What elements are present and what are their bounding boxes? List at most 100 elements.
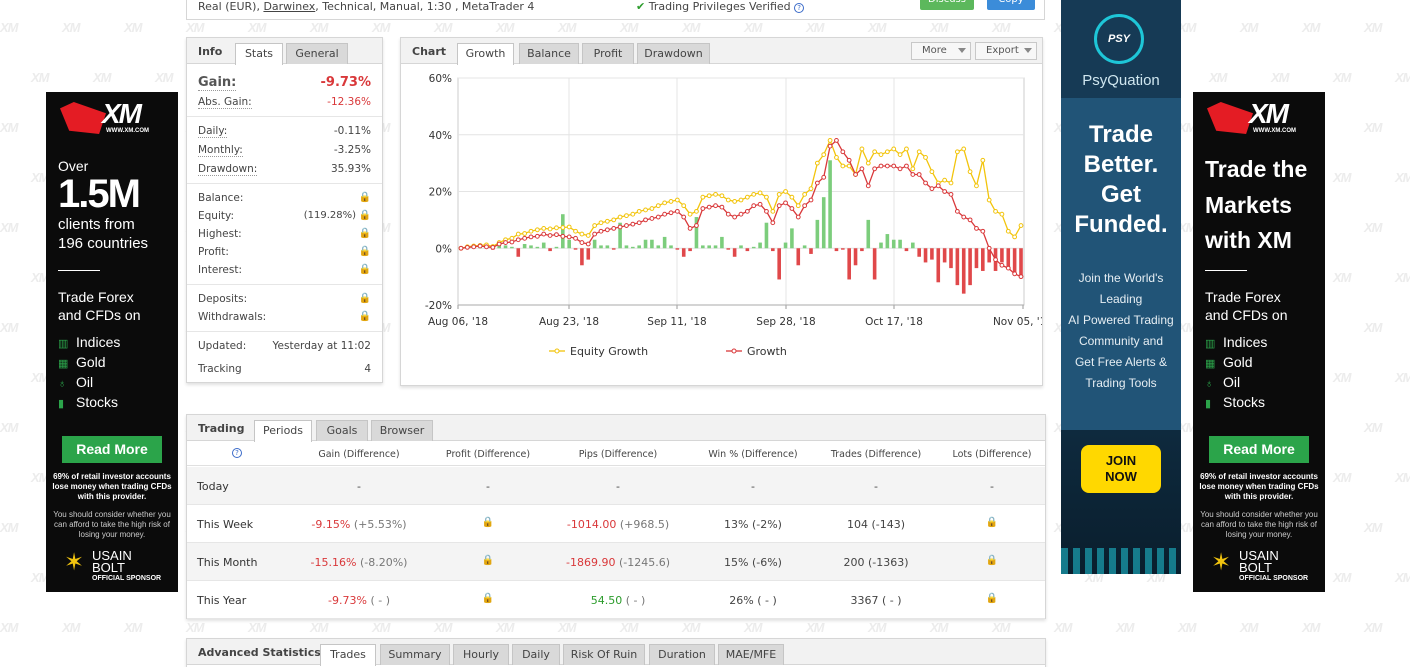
growth-point <box>464 244 470 250</box>
read-more-button[interactable]: Read More <box>62 436 162 463</box>
tab-risk-of-ruin[interactable]: Risk Of Ruin <box>563 644 645 665</box>
growth-point <box>954 208 960 214</box>
profit-bar <box>821 197 826 249</box>
tab-balance[interactable]: Balance <box>519 43 579 64</box>
tab-stats[interactable]: Stats <box>235 43 283 65</box>
oil-drop-icon: ♁ <box>1205 378 1214 390</box>
growth-point <box>916 172 922 177</box>
growth-point <box>534 233 540 239</box>
export-dropdown[interactable]: Export <box>975 42 1037 60</box>
y-tick-label: 20% <box>429 187 452 199</box>
divider <box>187 331 382 332</box>
advanced-statistics-panel: Advanced Statistics Trades Summary Hourl… <box>186 638 1046 667</box>
tab-periods[interactable]: Periods <box>254 420 312 442</box>
help-icon[interactable]: ? <box>232 448 242 458</box>
equity-growth-point <box>954 149 960 155</box>
watermark-logo: XM <box>992 20 1010 35</box>
lock-icon: 🔒 <box>481 555 495 566</box>
col-gain: Gain (Difference) <box>318 449 400 460</box>
drawdown-label: Drawdown: <box>198 163 258 176</box>
more-dropdown[interactable]: More <box>911 42 971 60</box>
divider <box>58 270 100 271</box>
psy-brand: PsyQuation <box>1082 72 1160 89</box>
tab-duration[interactable]: Duration <box>649 644 715 665</box>
profit-bar <box>656 245 661 249</box>
discuss-button[interactable]: Discuss <box>920 0 974 10</box>
watermark-logo: XM <box>124 20 142 35</box>
watermark-logo: XM <box>1116 620 1134 635</box>
cell-profit: - <box>486 480 490 493</box>
profit-bar <box>643 239 648 249</box>
tab-hourly[interactable]: Hourly <box>453 644 509 665</box>
psyquation-ad[interactable]: PSY PsyQuation Trade Better. Get Funded.… <box>1061 0 1181 574</box>
xm-ad-left[interactable]: XM WWW.XM.COM Over 1.5M clients from 196… <box>46 92 178 592</box>
watermark-logo: XM <box>620 20 638 35</box>
tab-daily[interactable]: Daily <box>512 644 560 665</box>
equity-growth-point <box>1005 228 1011 234</box>
tab-growth[interactable]: Growth <box>457 43 514 65</box>
profit-bar <box>510 246 514 249</box>
growth-point <box>732 214 738 220</box>
lock-icon: 🔒 <box>985 517 999 528</box>
cell-gain: - <box>357 480 361 493</box>
watermark-logo: XM <box>1333 270 1351 285</box>
help-icon[interactable]: ? <box>794 3 805 13</box>
tab-browser[interactable]: Browser <box>371 420 433 441</box>
col-win: Win % (Difference) <box>708 449 798 460</box>
watermark-logo: XM <box>0 120 18 135</box>
profit-bar <box>802 245 807 249</box>
growth-point <box>961 214 967 220</box>
cell-win: 26% ( - ) <box>729 594 777 607</box>
profit-bar <box>911 242 915 249</box>
gold-bars-icon: ▦ <box>1205 358 1216 370</box>
equity-growth-point <box>522 231 528 236</box>
tab-drawdown[interactable]: Drawdown <box>637 43 710 64</box>
watermark-logo: XM <box>1271 70 1289 85</box>
growth-point <box>872 166 878 172</box>
broker-link[interactable]: Darwinex <box>263 0 315 13</box>
profit-bar <box>541 242 546 249</box>
join-now-button[interactable]: JOIN NOW <box>1081 445 1161 493</box>
y-tick-label: -20% <box>425 300 452 312</box>
growth-point <box>846 157 852 163</box>
equity-growth-point <box>897 152 903 158</box>
growth-point <box>687 225 693 231</box>
copy-button[interactable]: Copy <box>987 0 1035 10</box>
equity-growth-point <box>770 208 776 214</box>
watermark-logo: XM <box>1364 520 1382 535</box>
chevron-down-icon <box>1024 48 1032 53</box>
profit-label: Profit: <box>198 246 229 258</box>
growth-point <box>592 231 598 237</box>
equity-growth-point <box>884 149 890 155</box>
tab-general[interactable]: General <box>286 43 348 64</box>
equity-growth-point <box>840 163 846 169</box>
list-item: ♁ Oil <box>58 374 94 390</box>
profit-bar <box>815 219 820 249</box>
growth-point <box>643 217 648 223</box>
trading-title: Trading <box>198 422 245 435</box>
growth-point <box>674 208 680 214</box>
growth-point <box>993 257 998 263</box>
watermark-logo: XM <box>1209 70 1227 85</box>
abs-gain-label: Abs. Gain: <box>198 96 252 109</box>
read-more-button[interactable]: Read More <box>1209 436 1309 463</box>
growth-point <box>795 214 801 220</box>
watermark-logo: XM <box>31 70 49 85</box>
advanced-tab-bar: Advanced Statistics Trades Summary Hourl… <box>187 639 1045 666</box>
equity-growth-point <box>706 193 712 199</box>
list-item: ▮ Stocks <box>58 394 119 410</box>
watermark-logo: XM <box>372 620 390 635</box>
profit-bar <box>809 248 813 254</box>
stocks-icon: ▮ <box>58 398 65 410</box>
cell-gain: -9.15% (+5.53%) <box>311 518 407 531</box>
xm-ad-right[interactable]: XM WWW.XM.COM Trade the Markets with XM … <box>1193 92 1325 592</box>
tab-mae-mfe[interactable]: MAE/MFE <box>718 644 784 665</box>
tab-trades[interactable]: Trades <box>320 644 376 666</box>
tab-summary[interactable]: Summary <box>380 644 450 665</box>
tab-goals[interactable]: Goals <box>316 420 368 441</box>
risk-warning: You should consider whether you can affo… <box>1200 510 1318 539</box>
equity-growth-point <box>554 225 559 231</box>
profit-bar <box>503 245 508 249</box>
profit-bar <box>599 245 603 249</box>
tab-profit[interactable]: Profit <box>582 43 634 64</box>
